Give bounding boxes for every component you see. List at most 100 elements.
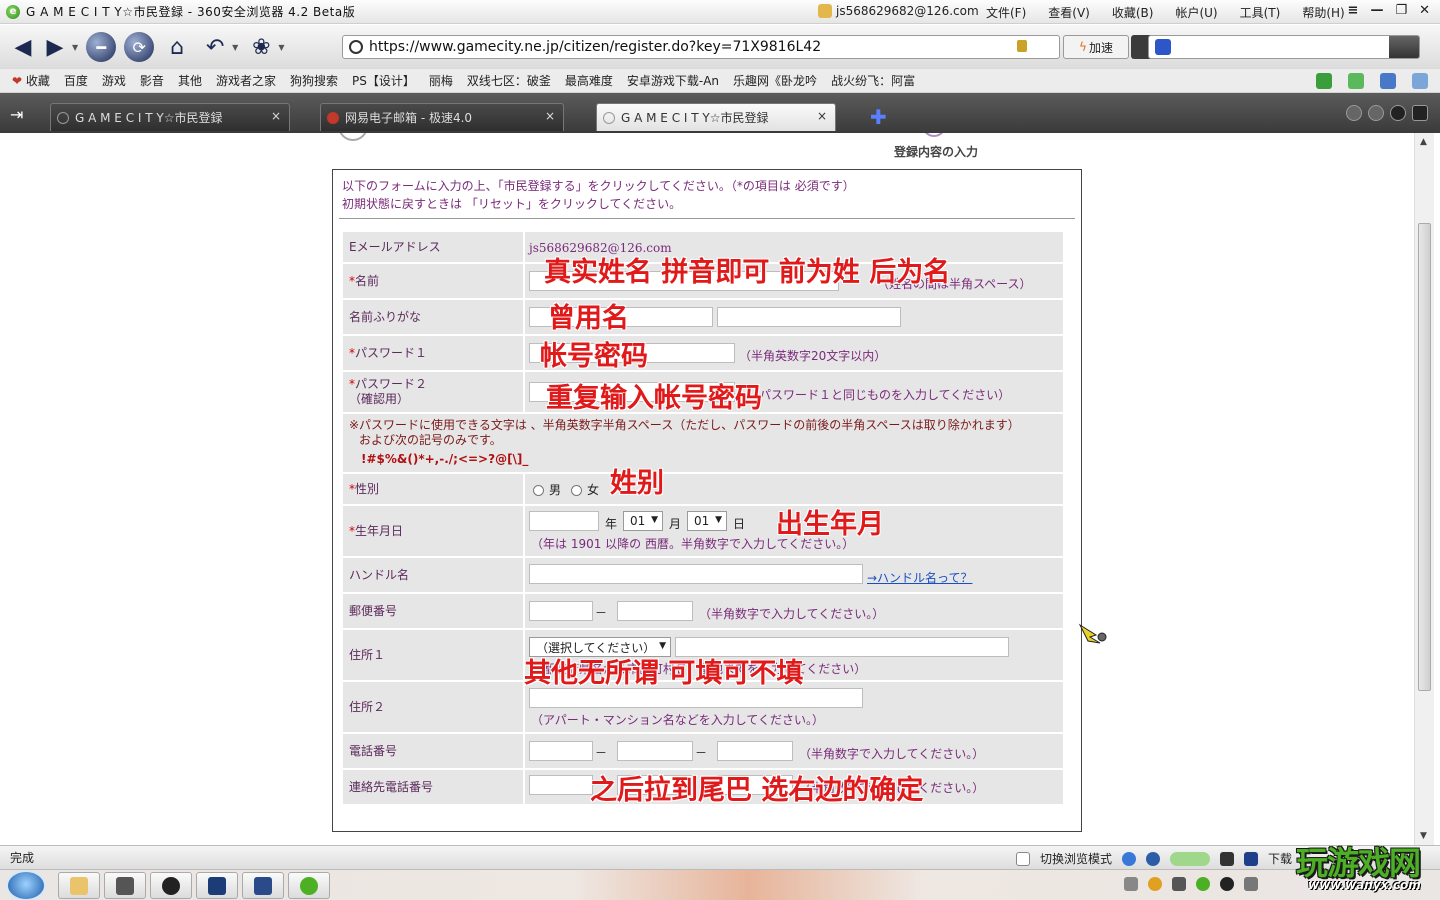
tab-close-icon[interactable]: × <box>271 109 281 123</box>
taskbar-media[interactable] <box>104 872 146 899</box>
divider <box>523 372 525 412</box>
undo-close-button[interactable]: ↶ <box>200 32 230 62</box>
birth-day-select[interactable]: 01 ▼ <box>687 511 727 531</box>
tab-close-icon[interactable]: × <box>545 109 555 123</box>
postal-first-input[interactable] <box>529 601 593 621</box>
furigana-first-input[interactable] <box>717 307 901 327</box>
prefecture-select[interactable]: （選択してください） ▼ <box>529 637 671 657</box>
browse-mode-icon[interactable] <box>1016 851 1030 866</box>
accelerate-button[interactable]: ϟ 加速 <box>1063 35 1129 59</box>
fav-item[interactable]: 丽梅 <box>429 72 453 89</box>
baidu-search-icon[interactable] <box>1155 39 1171 55</box>
paw-button[interactable]: ❀ <box>246 32 276 62</box>
fav-item[interactable]: 百度 <box>64 72 88 89</box>
address-bar[interactable]: https://www.gamecity.ne.jp/citizen/regis… <box>342 35 1159 59</box>
phone-last-input[interactable] <box>717 741 793 761</box>
scroll-up-icon[interactable]: ▲ <box>1420 137 1427 147</box>
postal-second-input[interactable] <box>617 601 693 621</box>
phone-middle-input[interactable] <box>617 741 693 761</box>
vertical-scrollbar[interactable]: ▲ ▼ <box>1414 133 1434 845</box>
search-box[interactable] <box>1148 35 1420 59</box>
tab-list-icon[interactable] <box>1390 105 1406 121</box>
app-box-icon[interactable] <box>1316 73 1332 89</box>
tray-app-icon[interactable] <box>1148 877 1162 891</box>
translate-icon[interactable] <box>1348 73 1364 89</box>
history-dropdown-icon[interactable]: ▼ <box>72 43 78 52</box>
fav-item[interactable]: 安卓游戏下载-An <box>627 72 719 89</box>
tray-qq-icon[interactable] <box>1220 877 1234 891</box>
tab-scroll-left-icon[interactable] <box>1346 105 1362 121</box>
taskbar-360-browser[interactable] <box>288 872 330 899</box>
fav-item[interactable]: 双线七区：破釜 <box>467 72 551 89</box>
menu-favorites[interactable]: 收藏(B) <box>1112 4 1154 21</box>
fav-item[interactable]: 游戏者之家 <box>216 72 276 89</box>
fav-item[interactable]: 其他 <box>178 72 202 89</box>
handle-help-link[interactable]: →ハンドル名って？ <box>867 569 972 586</box>
handle-input[interactable] <box>529 564 863 584</box>
contact-area-input[interactable] <box>529 775 593 795</box>
taskbar-app[interactable] <box>242 872 284 899</box>
close-window-button[interactable]: ✕ <box>1419 3 1430 18</box>
account-user[interactable]: js568629682@126.com <box>818 4 979 18</box>
birth-year-input[interactable] <box>529 511 599 531</box>
fav-item[interactable]: PS【设计】 <box>352 72 415 89</box>
tab-gamecity-active[interactable]: G A M E C I T Y☆市民登録 × <box>596 103 836 131</box>
tab-scroll-right-icon[interactable] <box>1368 105 1384 121</box>
new-tab-icon[interactable]: ✚ <box>870 105 887 129</box>
stop-button[interactable]: ━ <box>86 32 117 62</box>
menu-help[interactable]: 帮助(H) <box>1302 4 1344 21</box>
scrollbar-thumb[interactable] <box>1418 223 1431 691</box>
download-label[interactable]: 下载 <box>1268 850 1292 867</box>
fav-item[interactable]: 影音 <box>140 72 164 89</box>
tray-360-icon[interactable] <box>1196 877 1210 891</box>
tab-close-all-icon[interactable] <box>1412 105 1428 121</box>
search-go-button[interactable] <box>1389 36 1419 58</box>
screenshot-icon[interactable] <box>1380 73 1396 89</box>
home-button[interactable]: ⌂ <box>162 32 192 62</box>
speed-toggle-icon[interactable] <box>1170 851 1211 866</box>
undo-dropdown-icon[interactable]: ▼ <box>232 43 238 52</box>
fav-item[interactable]: 最高难度 <box>565 72 613 89</box>
taskbar-explorer[interactable] <box>58 872 100 899</box>
tools-icon[interactable] <box>1412 73 1428 89</box>
skin-menu-icon[interactable]: ≡ <box>1348 3 1359 18</box>
browse-mode-label[interactable]: 切换浏览模式 <box>1040 850 1112 867</box>
back-button[interactable]: ◀ <box>8 32 38 62</box>
fav-item[interactable]: 狗狗搜索 <box>290 72 338 89</box>
tab-netease-mail[interactable]: 网易电子邮箱 - 极速4.0 × <box>320 103 564 131</box>
gender-female-radio[interactable] <box>571 485 582 496</box>
download-icon[interactable] <box>1244 851 1259 866</box>
minimize-button[interactable]: — <box>1370 3 1383 18</box>
maximize-button[interactable]: ❐ <box>1395 3 1407 18</box>
favorites-menu[interactable]: ❤ 收藏 <box>12 72 50 89</box>
monitor-icon[interactable] <box>1220 851 1235 866</box>
tray-volume-icon[interactable] <box>1244 877 1258 891</box>
phone-area-input[interactable] <box>529 741 593 761</box>
address1-input[interactable] <box>675 637 1009 657</box>
forward-button[interactable]: ▶ <box>40 32 70 62</box>
tab-close-icon[interactable]: × <box>817 109 827 123</box>
fav-item[interactable]: 战火纷飞：阿富 <box>831 72 915 89</box>
paw-dropdown-icon[interactable]: ▼ <box>278 43 284 52</box>
ssl-lock-icon[interactable] <box>1017 40 1027 52</box>
fav-item[interactable]: 游戏 <box>102 72 126 89</box>
tray-network-icon[interactable] <box>1172 877 1186 891</box>
refresh-button[interactable]: ⟳ <box>124 32 155 62</box>
start-button[interactable] <box>6 870 46 900</box>
menu-account[interactable]: 帐户(U) <box>1175 4 1217 21</box>
fav-item[interactable]: 乐趣网《卧龙吟 <box>733 72 817 89</box>
gender-male-radio[interactable] <box>533 485 544 496</box>
taskbar-photoshop[interactable] <box>196 872 238 899</box>
menu-file[interactable]: 文件(F) <box>986 4 1026 21</box>
url-text[interactable]: https://www.gamecity.ne.jp/citizen/regis… <box>369 39 821 55</box>
menu-view[interactable]: 查看(V) <box>1048 4 1090 21</box>
menu-tools[interactable]: 工具(T) <box>1240 4 1281 21</box>
address2-input[interactable] <box>529 688 863 708</box>
sidebar-toggle-icon[interactable]: ⇥ <box>10 105 23 124</box>
tab-gamecity-1[interactable]: G A M E C I T Y☆市民登録 × <box>50 103 290 131</box>
birth-month-select[interactable]: 01 ▼ <box>623 511 663 531</box>
keyboard-icon[interactable] <box>1124 877 1138 891</box>
network-icon[interactable] <box>1146 851 1161 866</box>
taskbar-qq[interactable] <box>150 872 192 899</box>
ie-icon[interactable] <box>1122 851 1137 866</box>
